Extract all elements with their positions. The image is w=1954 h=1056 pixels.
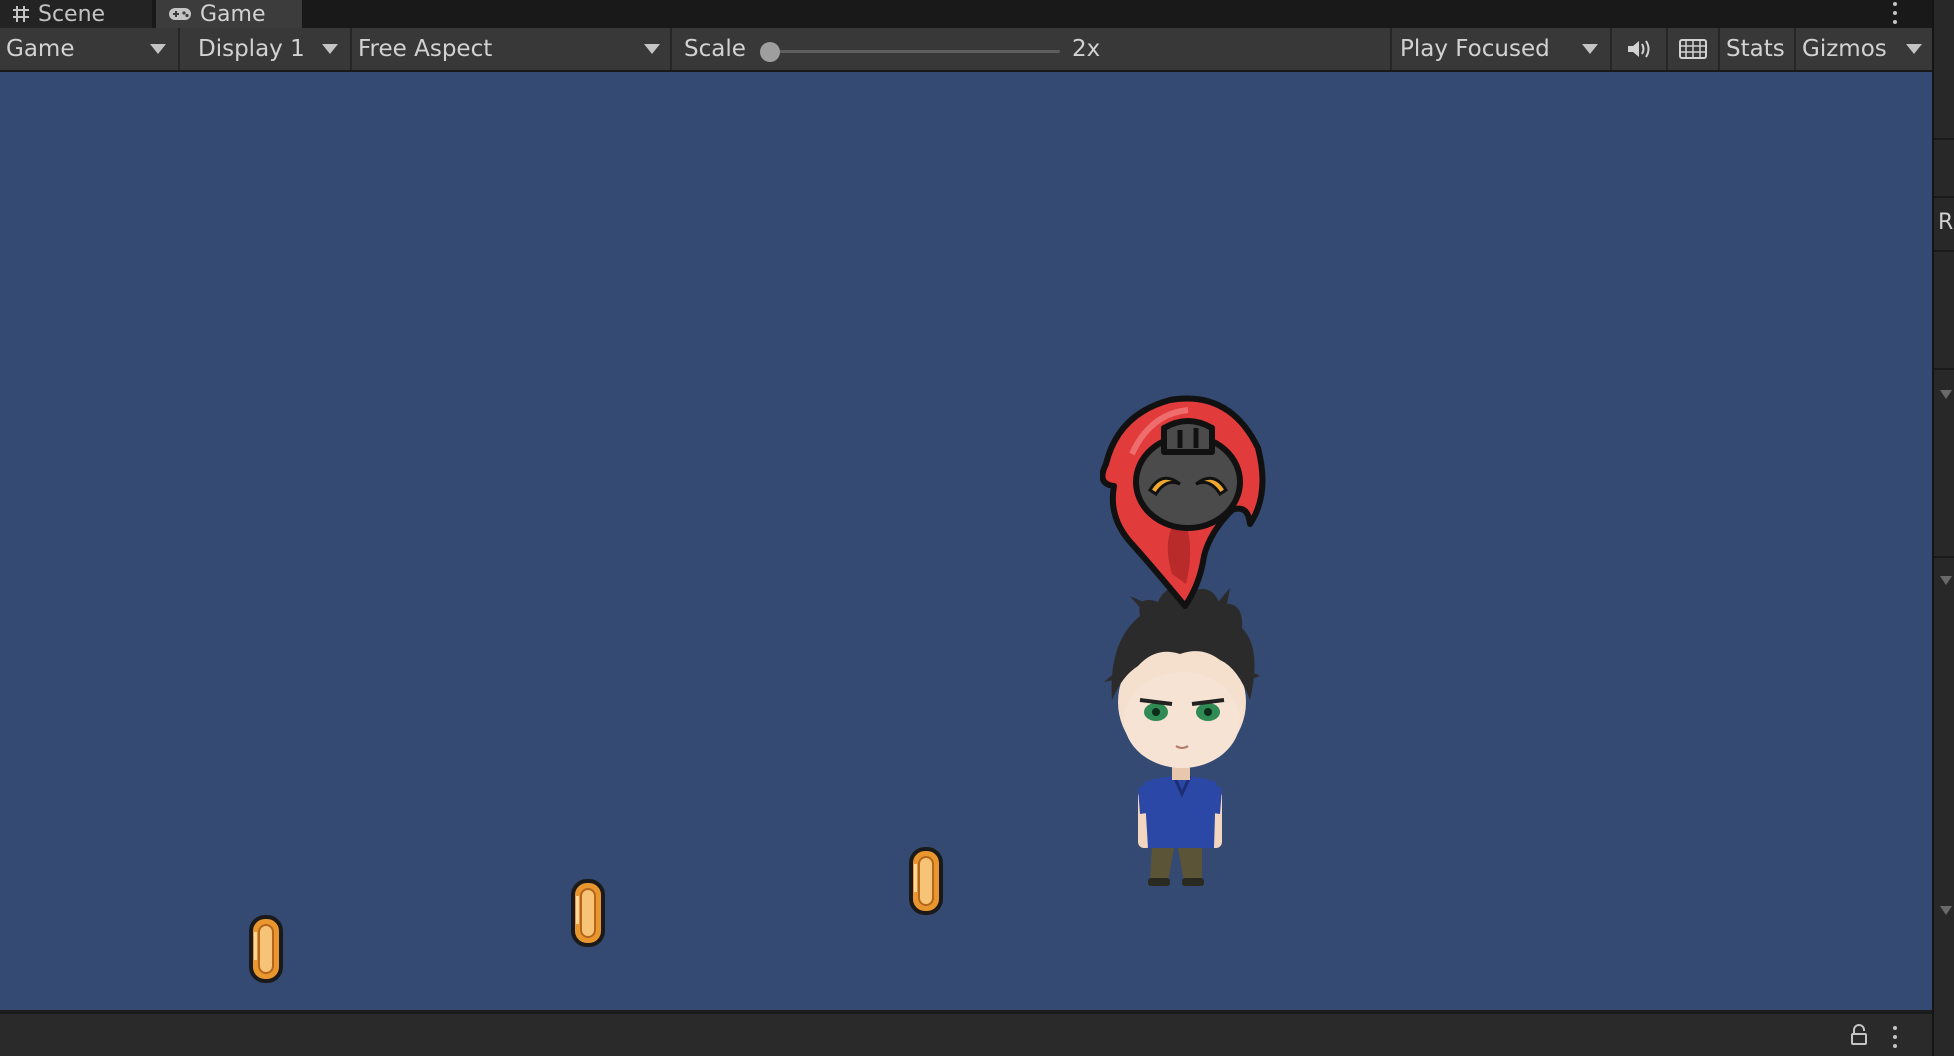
gizmos-label: Gizmos [1802,36,1887,62]
more-options-icon[interactable] [1890,2,1900,24]
view-mode-dropdown[interactable]: Game [0,28,176,70]
lock-icon[interactable] [1850,1024,1868,1046]
chevron-down-icon[interactable] [1940,576,1952,585]
aspect-dropdown[interactable]: Free Aspect [352,28,670,70]
coin-sprite [571,879,605,947]
chevron-down-icon [1906,44,1922,54]
scale-value: 2x [1066,28,1126,70]
grid-icon [13,6,29,22]
divider [1934,556,1954,558]
panel-label-fragment: R [1938,210,1954,235]
aspect-label: Free Aspect [358,36,493,62]
speaker-icon [1628,40,1650,58]
divider [178,28,180,70]
divider [1934,196,1954,198]
stats-label: Stats [1726,36,1785,62]
coin-sprite [909,847,943,915]
mute-audio-button[interactable] [1612,28,1666,70]
display-label: Display 1 [198,36,305,62]
more-options-icon[interactable] [1890,1026,1900,1048]
side-panel-edge: R [1932,0,1954,1056]
display-dropdown[interactable]: Display 1 [192,28,348,70]
scale-label: Scale [678,28,768,70]
scale-slider-track[interactable] [770,50,1060,53]
chevron-down-icon [150,44,166,54]
chevron-down-icon[interactable] [1940,906,1952,915]
gizmos-dropdown[interactable] [1896,28,1930,70]
play-mode-dropdown[interactable]: Play Focused [1394,28,1608,70]
scale-value-text: 2x [1072,36,1101,62]
fire-pet-sprite [1100,395,1266,609]
tab-game[interactable]: Game [156,0,302,28]
chevron-down-icon[interactable] [1940,390,1952,399]
divider [1934,250,1954,252]
status-bar [0,1012,1932,1056]
divider [1390,28,1392,70]
stats-button[interactable]: Stats [1720,28,1794,70]
coin-sprite [249,915,283,983]
scale-slider-handle[interactable] [760,42,780,62]
tab-scene[interactable]: Scene [0,0,152,28]
scale-label-text: Scale [684,36,746,62]
play-mode-label: Play Focused [1400,36,1550,62]
tab-scene-label: Scene [38,1,106,27]
gamepad-icon [169,8,191,20]
game-toolbar: Game Display 1 Free Aspect Scale 2x Play… [0,28,1932,72]
divider [1934,138,1954,140]
divider [1934,368,1954,370]
gizmos-button[interactable]: Gizmos [1796,28,1900,70]
game-viewport[interactable] [0,72,1932,1010]
tab-game-label: Game [200,1,266,27]
divider [670,28,672,70]
keyboard-icon [1679,39,1707,59]
chevron-down-icon [1582,44,1598,54]
tab-strip: Scene Game [0,0,1932,28]
shortcuts-button[interactable] [1668,28,1718,70]
view-mode-label: Game [6,36,75,62]
chevron-down-icon [644,44,660,54]
chevron-down-icon [322,44,338,54]
